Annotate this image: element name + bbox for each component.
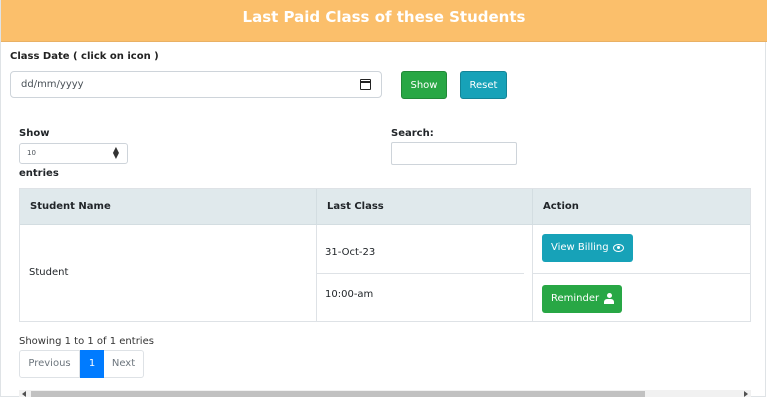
- search-input[interactable]: [391, 142, 517, 165]
- pagination: Previous 1 Next: [19, 350, 144, 378]
- calendar-icon[interactable]: [360, 79, 371, 90]
- pagination-page-1[interactable]: 1: [80, 350, 104, 378]
- student-name-cell: Student: [29, 267, 69, 278]
- reset-button[interactable]: Reset: [460, 71, 507, 99]
- main-card: Last Paid Class of these Students Class …: [0, 0, 767, 397]
- show-button[interactable]: Show: [401, 71, 447, 99]
- entries-length-select[interactable]: 10 ▲ ▼: [19, 143, 128, 164]
- cell-divider: [316, 273, 524, 274]
- view-billing-label: View Billing: [551, 242, 609, 253]
- class-date-label: Class Date ( click on icon ): [10, 51, 159, 62]
- table-header: Student Name Last Class Action: [20, 189, 750, 225]
- sort-arrows-icon: ▲ ▼: [112, 145, 119, 160]
- reminder-button[interactable]: Reminder: [542, 285, 622, 313]
- column-header-student-name[interactable]: Student Name: [20, 189, 316, 225]
- date-placeholder: dd/mm/yyyy: [21, 79, 84, 90]
- entries-length-value: 10: [27, 149, 36, 157]
- horizontal-scrollbar[interactable]: [19, 390, 751, 397]
- length-show-label: Show: [19, 128, 50, 139]
- search-label: Search:: [391, 128, 434, 139]
- column-header-action[interactable]: Action: [532, 189, 750, 225]
- last-class-date-cell: 31-Oct-23: [325, 247, 376, 258]
- students-table: Student Name Last Class Action Student 3…: [19, 188, 751, 322]
- scrollbar-thumb[interactable]: [31, 391, 645, 397]
- column-header-last-class[interactable]: Last Class: [316, 189, 532, 225]
- user-icon: [604, 293, 614, 304]
- length-entries-label: entries: [19, 168, 59, 179]
- pagination-previous[interactable]: Previous: [19, 350, 80, 378]
- reminder-label: Reminder: [551, 293, 600, 304]
- last-class-time-cell: 10:00-am: [325, 289, 374, 300]
- view-billing-button[interactable]: View Billing: [542, 234, 633, 262]
- class-date-input[interactable]: dd/mm/yyyy: [10, 71, 382, 98]
- scroll-left-icon[interactable]: [22, 391, 26, 397]
- pagination-next[interactable]: Next: [104, 350, 144, 378]
- eye-icon: [613, 244, 624, 252]
- cell-divider: [533, 273, 750, 274]
- table-info: Showing 1 to 1 of 1 entries: [19, 336, 154, 347]
- scroll-right-icon[interactable]: [744, 391, 748, 397]
- page-title: Last Paid Class of these Students: [1, 0, 767, 42]
